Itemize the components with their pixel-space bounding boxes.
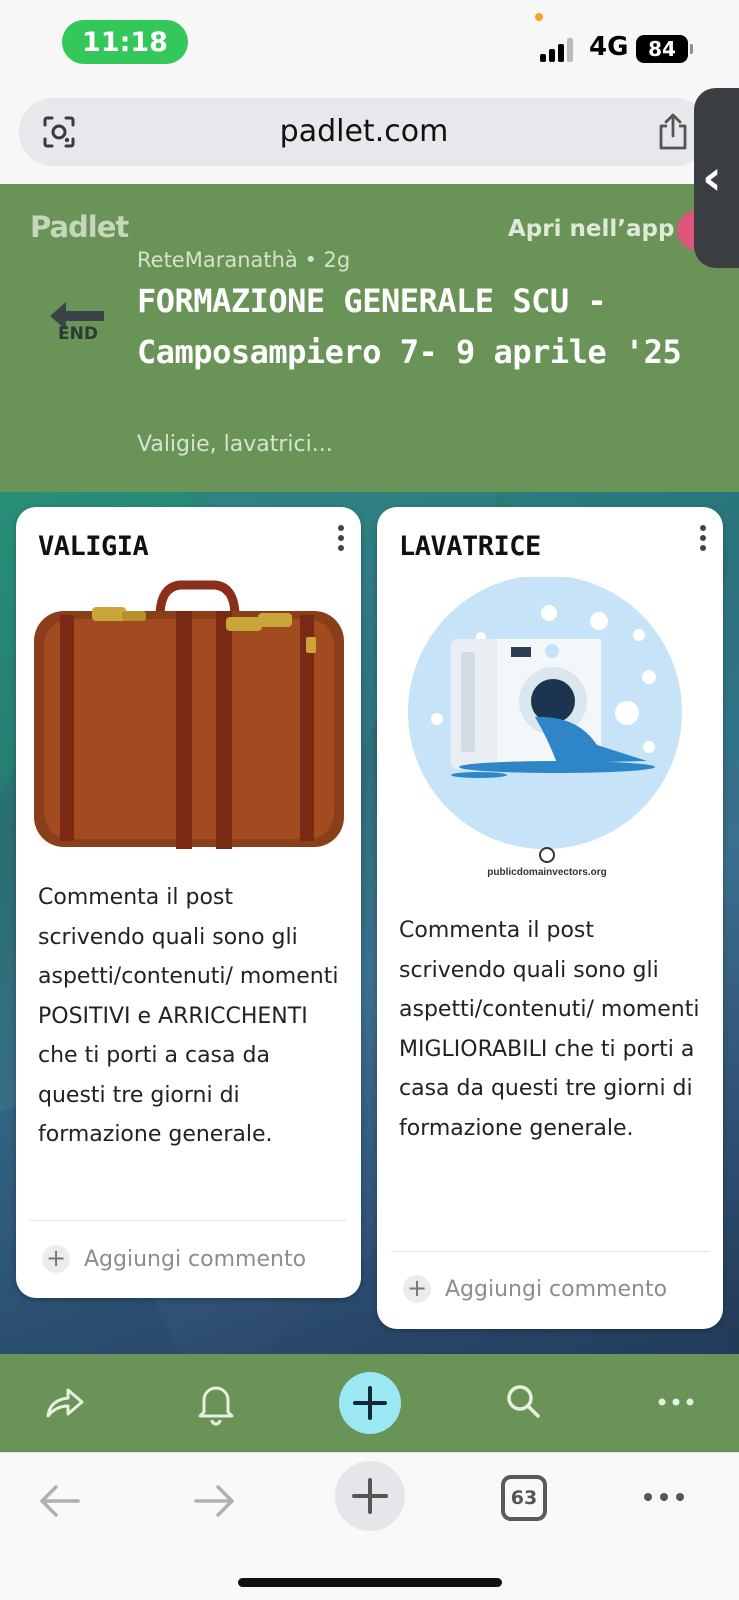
address-bar-area: padlet.com [0, 90, 739, 184]
divider [30, 1220, 347, 1221]
more-dots-icon[interactable] [636, 1473, 692, 1529]
bell-icon[interactable] [192, 1378, 240, 1426]
address-bar[interactable]: padlet.com [19, 98, 709, 166]
post-body: Commenta il post scrivendo quali sono gl… [399, 918, 700, 1141]
browser-toolbar: 63 [0, 1452, 739, 1600]
battery-level: 84 [636, 35, 693, 63]
washing-machine-image[interactable]: publicdomainvectors.org [407, 577, 687, 897]
post-title: VALIGIA [38, 531, 149, 562]
post-title: LAVATRICE [399, 531, 541, 562]
back-arrow-icon[interactable] [32, 1473, 88, 1529]
search-icon[interactable] [500, 1378, 548, 1426]
open-in-app-link[interactable]: Apri nell’app [508, 216, 674, 242]
add-comment-button[interactable]: + Aggiungi commento [42, 1245, 306, 1273]
plus-icon: + [42, 1245, 70, 1273]
forward-arrow-icon[interactable] [186, 1473, 242, 1529]
post-card-lavatrice[interactable]: LAVATRICE publicdomainvectors.org Commen… [377, 507, 723, 1329]
status-bar: 11:18 4G 84 [0, 0, 739, 90]
add-comment-label: Aggiungi commento [84, 1246, 307, 1272]
board-title: FORMAZIONE GENERALE SCU - Camposampiero … [137, 282, 682, 371]
add-post-button[interactable] [339, 1372, 401, 1434]
chevron-left-icon: ‹ [702, 150, 722, 206]
suitcase-image[interactable] [30, 577, 348, 867]
divider [391, 1251, 709, 1252]
new-tab-plus-icon [352, 1478, 388, 1514]
image-credit: publicdomainvectors.org [487, 867, 606, 878]
post-menu-icon[interactable] [335, 525, 347, 555]
end-label[interactable]: END [58, 324, 98, 344]
post-card-valigia[interactable]: VALIGIA Commenta il post scrivendo quali… [16, 507, 361, 1298]
plus-icon: + [403, 1275, 431, 1303]
home-indicator[interactable] [238, 1578, 502, 1587]
share-arrow-icon[interactable] [40, 1378, 88, 1426]
url-text[interactable]: padlet.com [19, 114, 709, 149]
board-description: Valigie, lavatrici... [137, 432, 333, 457]
network-type: 4G [589, 32, 629, 62]
side-panel-handle[interactable]: ‹ [694, 88, 739, 268]
privacy-indicator-dot [535, 13, 543, 21]
more-dots-icon[interactable] [652, 1378, 700, 1426]
add-comment-label: Aggiungi commento [445, 1276, 668, 1302]
add-post-plus-icon [353, 1386, 387, 1420]
post-body: Commenta il post scrivendo quali sono gl… [38, 885, 339, 1147]
padlet-header: Padlet Apri nell’app END ReteMaranathà •… [0, 184, 739, 492]
status-time: 11:18 [62, 20, 188, 64]
add-comment-button[interactable]: + Aggiungi commento [403, 1275, 667, 1303]
tabs-count-button[interactable]: 63 [501, 1475, 547, 1521]
padlet-logo[interactable]: Padlet [30, 210, 129, 244]
cellular-signal-icon [540, 38, 578, 62]
new-tab-button[interactable] [335, 1461, 405, 1531]
padlet-toolbar [0, 1354, 739, 1452]
post-menu-icon[interactable] [697, 525, 709, 555]
share-icon[interactable] [655, 112, 691, 152]
board-author: ReteMaranathà • 2g [137, 248, 351, 272]
